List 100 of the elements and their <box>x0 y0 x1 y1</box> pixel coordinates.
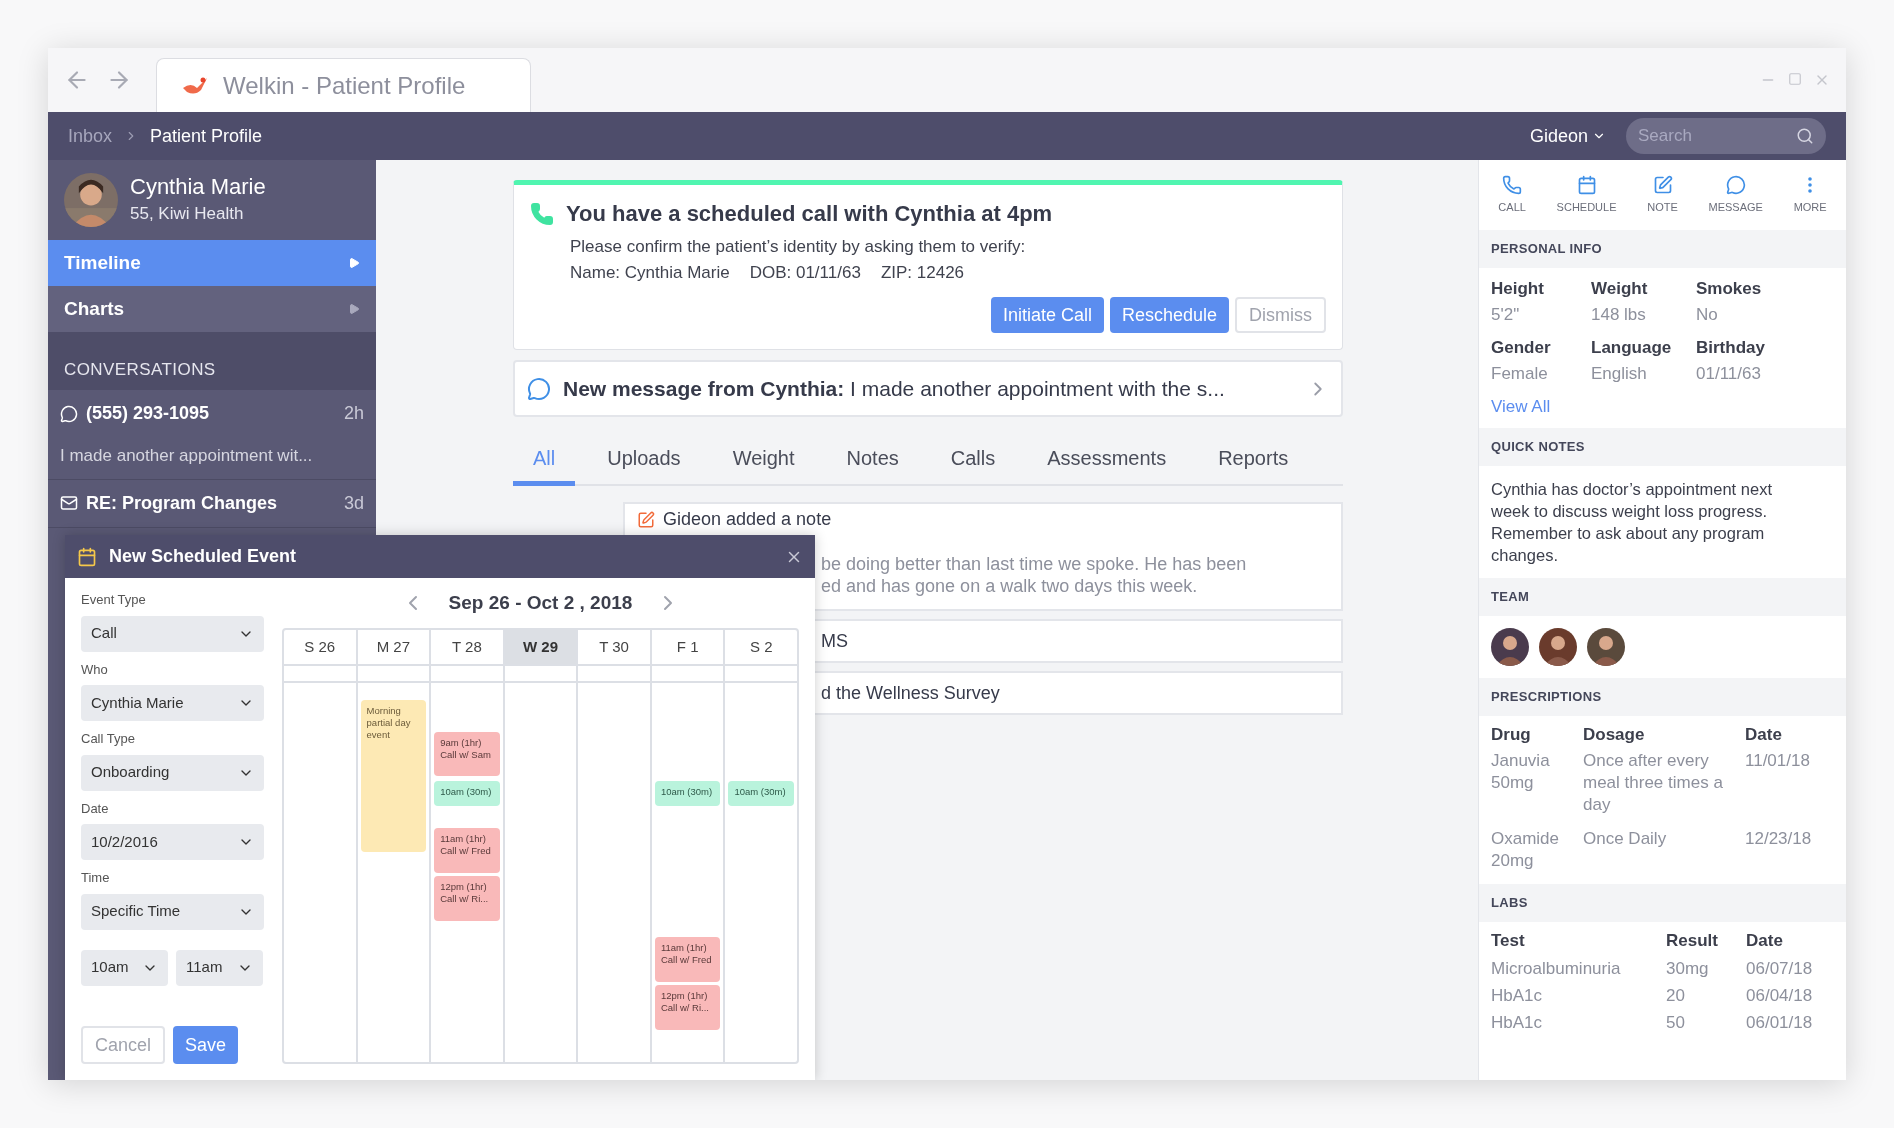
calendar-event[interactable]: 12pm (1hr) Call w/ Ri... <box>434 876 500 921</box>
table-cell-text: HbA1c <box>1491 1012 1544 1034</box>
nav-item[interactable]: Charts <box>48 286 376 332</box>
week-title: Sep 26 - Oct 2 , 2018 <box>448 590 633 615</box>
table-cell-text: 06/01/18 <box>1746 1012 1814 1034</box>
table-cell-text: 12/23/18 <box>1745 827 1813 850</box>
breadcrumb-link[interactable]: Patient Profile <box>150 122 263 150</box>
mail-icon <box>60 494 78 512</box>
note-text: ed and has gone on a walk two days this week. <box>821 575 1199 597</box>
action-button[interactable]: NOTE <box>1647 174 1678 216</box>
day-header[interactable]: T 30 <box>578 630 650 664</box>
table-cell-text: Once Daily <box>1583 827 1668 850</box>
identity-field: DOB: 01/11/63 <box>749 259 861 285</box>
time-select[interactable]: 10am <box>81 949 168 986</box>
action-button[interactable]: SCHEDULE <box>1556 174 1617 216</box>
timeline-tab[interactable]: Assessments <box>1027 443 1187 486</box>
table-cell-text: 50 <box>1666 1012 1686 1034</box>
column-header: Result <box>1666 929 1719 952</box>
calendar-event[interactable]: 10am (30m) <box>434 781 500 806</box>
section-title: CONVERSATIONS <box>64 358 216 381</box>
table-cell-text: Microalbuminuria <box>1491 958 1622 980</box>
patient-name: Cynthia Marie <box>130 173 266 202</box>
identity-field: ZIP: 12426 <box>880 259 965 285</box>
action-button[interactable]: CALL <box>1498 174 1526 216</box>
info-value: English <box>1591 362 1648 385</box>
info-value: 148 lbs <box>1591 303 1647 326</box>
info-value: 5'2" <box>1491 303 1521 326</box>
patient-details: 55, Kiwi Health <box>130 203 245 226</box>
field-label: Time <box>81 869 111 887</box>
calendar-event[interactable]: 11am (1hr) Call w/ Fred <box>434 828 500 873</box>
action-button[interactable]: MORE <box>1793 174 1827 216</box>
action-button[interactable]: MESSAGE <box>1708 174 1763 216</box>
timeline-tab[interactable]: Uploads <box>587 443 701 486</box>
maximize-icon[interactable] <box>1788 72 1802 86</box>
select-field[interactable]: 10/2/2016 <box>81 824 264 860</box>
calendar-event[interactable]: 10am (30m) <box>728 781 795 806</box>
calendar-event[interactable]: 9am (1hr) Call w/ Sam <box>434 732 500 776</box>
day-header[interactable]: S 26 <box>284 630 356 664</box>
day-header[interactable]: W 29 <box>504 630 577 664</box>
table-cell-text: Once after every meal three times a day <box>1583 749 1724 816</box>
column-header: Dosage <box>1583 723 1646 746</box>
select-field[interactable]: Specific Time <box>81 893 264 930</box>
timeline-tab[interactable]: Notes <box>826 443 919 486</box>
timeline-tab[interactable]: Calls <box>930 443 1016 486</box>
expand-arrow-icon <box>348 257 360 269</box>
message-banner[interactable]: New message from Cynthia: I made another appointment with the s... <box>513 360 1343 417</box>
phone-icon <box>530 201 554 226</box>
section-header: LABS <box>1479 883 1846 922</box>
chat-icon <box>1725 174 1746 195</box>
table-cell-text: 20 <box>1666 985 1686 1007</box>
more-icon <box>1808 176 1813 193</box>
conversation-title: (555) 293-1095 <box>86 402 211 425</box>
select-field[interactable]: Onboarding <box>81 754 264 791</box>
field-label: Call Type <box>81 730 136 748</box>
quick-notes-text: Cynthia has doctor’s appointment next week to discuss weight loss progress. Remember to ask about any program changes. <box>1490 478 1773 566</box>
table-cell-text: 30mg <box>1666 958 1710 980</box>
day-header[interactable]: S 2 <box>725 630 798 664</box>
message-text: New message from Cynthia: I made another appointment with the s... <box>563 375 1226 402</box>
note-icon <box>637 510 655 529</box>
expand-arrow-icon <box>348 303 360 315</box>
day-header[interactable]: F 1 <box>651 630 724 664</box>
note-text: be doing better than last time we spoke. He has been <box>821 553 1248 575</box>
day-header[interactable]: T 28 <box>431 630 503 664</box>
info-label: Gender <box>1491 337 1552 359</box>
chat-icon <box>527 376 551 401</box>
phone-icon <box>1502 174 1523 195</box>
calendar-event[interactable]: 11am (1hr) Call w/ Fred <box>654 937 721 982</box>
info-value: No <box>1696 303 1719 326</box>
calendar-event[interactable]: Morning partial day event <box>360 700 427 852</box>
info-label: Weight <box>1591 278 1649 300</box>
field-label: Event Type <box>81 591 147 609</box>
column-header: Date <box>1745 723 1783 746</box>
info-label: Language <box>1591 337 1673 359</box>
patient-avatar <box>64 173 118 227</box>
timeline-tab[interactable]: Reports <box>1198 443 1309 486</box>
search-input[interactable]: Search <box>1638 123 1797 149</box>
search-icon[interactable] <box>1796 126 1814 146</box>
chat-icon <box>60 404 78 423</box>
timeline-tab[interactable]: Weight <box>712 443 815 486</box>
select-field[interactable]: Call <box>81 615 264 652</box>
select-field[interactable]: Cynthia Marie <box>81 685 264 721</box>
table-cell-text: 11/01/18 <box>1745 749 1811 772</box>
identity-field: Name: Cynthia Marie <box>570 259 730 285</box>
search-field[interactable]: Search <box>1626 118 1826 154</box>
time-select[interactable]: 11am <box>176 949 263 986</box>
calendar-event[interactable]: 12pm (1hr) Call w/ Ri... <box>654 985 721 1030</box>
conversation-age: 3d <box>343 491 364 515</box>
table-cell-text: Januvia 50mg <box>1491 749 1551 794</box>
day-header[interactable]: M 27 <box>357 630 430 664</box>
table-cell-text: Oxamide 20mg <box>1491 827 1561 872</box>
calendar-icon <box>1576 174 1597 195</box>
info-label: Height <box>1491 278 1545 300</box>
tab-title: Welkin - Patient Profile <box>223 70 466 101</box>
calendar-event[interactable]: 10am (30m) <box>654 781 721 806</box>
alert-title: You have a scheduled call with Cynthia at 4pm <box>566 200 1053 228</box>
conversation-item[interactable]: RE: Program Changes 3d <box>48 479 376 528</box>
field-label: Who <box>81 660 109 679</box>
table-cell-text: 06/04/18 <box>1746 985 1814 1007</box>
note-icon <box>1652 174 1673 195</box>
user-menu[interactable]: Gideon <box>1529 122 1606 150</box>
